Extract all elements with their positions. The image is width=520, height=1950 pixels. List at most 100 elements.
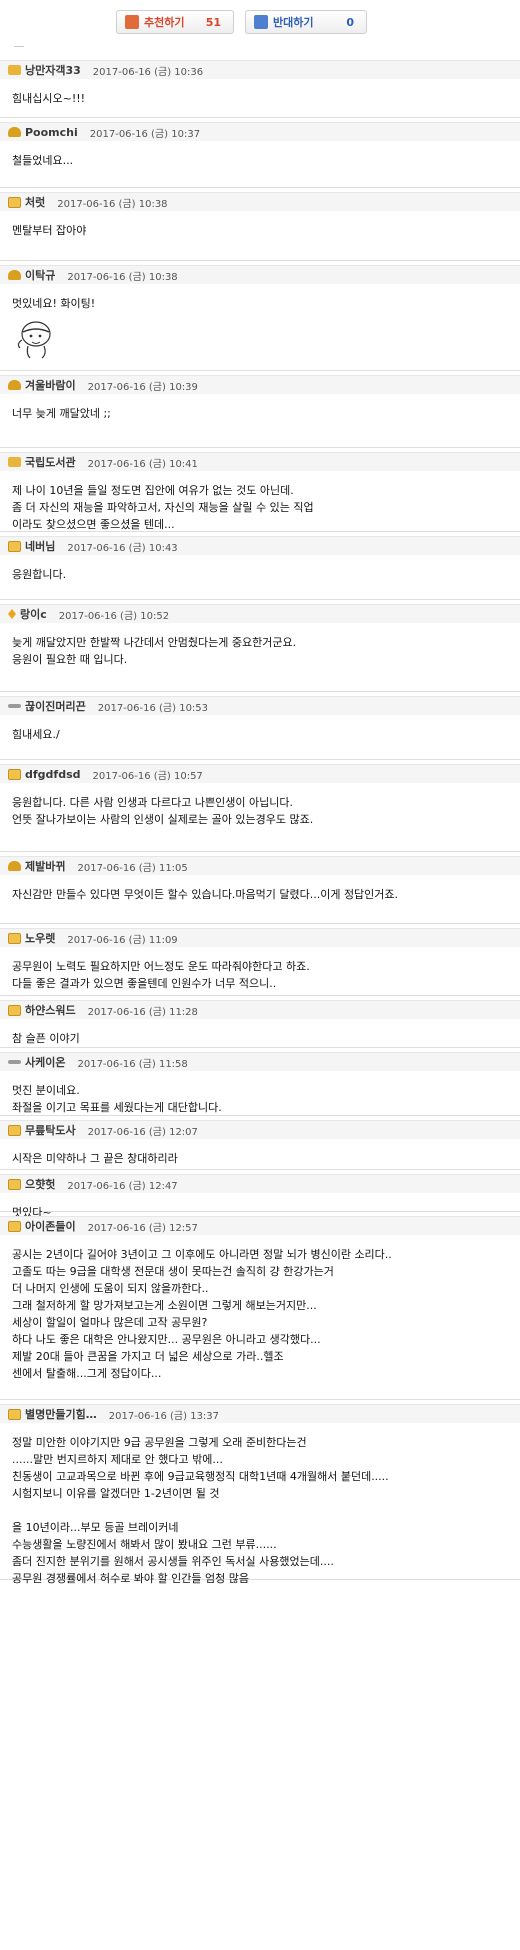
comment-header: dfgdfdsd 2017-06-16 (금) 10:57	[0, 764, 520, 783]
vote-bar: 추천하기 51 반대하기 0	[0, 0, 520, 52]
comment-line: 힘내십시오~!!!	[12, 92, 86, 105]
comment-line: 공무원이 노력도 필요하지만 어느정도 운도 따라줘야한다고 하죠.	[12, 960, 310, 973]
comment-date: 2017-06-16 (금) 10:38	[67, 271, 178, 283]
comment-author[interactable]: 겨울바람이	[25, 377, 76, 393]
comment-header: 네버님 2017-06-16 (금) 10:43	[0, 536, 520, 555]
comment-author[interactable]: 아이존들이	[25, 1218, 76, 1234]
level-badge-icon	[8, 768, 21, 780]
comment-date: 2017-06-16 (금) 10:43	[67, 542, 178, 554]
level-badge-icon	[8, 540, 21, 552]
level-badge-icon	[8, 1060, 21, 1064]
comment-body: 공무원이 노력도 필요하지만 어느정도 운도 따라줘야한다고 하죠. 다들 좋은 …	[12, 958, 510, 992]
comment-author[interactable]: dfgdfdsd	[25, 768, 81, 781]
comment-header: 무릎탁도사 2017-06-16 (금) 12:07	[0, 1120, 520, 1139]
comment-item: 겨울바람이 2017-06-16 (금) 10:39 너무 늦게 깨달았네 ;;	[0, 371, 520, 448]
comment-author[interactable]: 노우렛	[25, 930, 55, 946]
comment-body: 너무 늦게 깨달았네 ;;	[12, 405, 510, 422]
comment-body: 멘탈부터 잡아야	[12, 222, 510, 239]
comment-date: 2017-06-16 (금) 10:38	[57, 198, 168, 210]
level-badge-icon	[8, 1408, 21, 1420]
comment-line: 시작은 미약하나 그 끝은 창대하리라	[12, 1152, 178, 1165]
comment-line: 그래 철저하게 할 망가져보고는게 소원이면 그렇게 해보는거지만...	[12, 1299, 317, 1312]
comment-date: 2017-06-16 (금) 10:37	[89, 128, 201, 140]
comment-item: 랑이c 2017-06-16 (금) 10:52 늦게 깨달았지만 한발짝 나간데서…	[0, 600, 520, 692]
level-badge-icon	[8, 270, 21, 280]
level-badge-icon	[8, 1220, 21, 1232]
comment-date: 2017-06-16 (금) 12:07	[87, 1126, 198, 1138]
comment-line: 철들었네요...	[12, 154, 74, 167]
level-badge-icon	[8, 127, 21, 137]
comment-author[interactable]: 국립도서관	[25, 454, 76, 470]
comment-author[interactable]: 별명만들기힘…	[25, 1406, 97, 1422]
cartoon-character-emoticon	[17, 321, 51, 359]
comment-line: 세상이 할일이 얼마나 많은데 고작 공무원?	[12, 1316, 208, 1329]
comment-header: 국립도서관 2017-06-16 (금) 10:41	[0, 452, 520, 471]
comment-body: 시작은 미약하나 그 끝은 창대하리라	[12, 1150, 510, 1167]
comment-line: 다들 좋은 결과가 있으면 좋을텐데 인원수가 너무 적으니..	[12, 977, 277, 990]
comment-author[interactable]: 랑이c	[20, 606, 47, 622]
recommend-count: 51	[205, 15, 221, 29]
comment-line: 제발 20대 들아 큰꿈을 가지고 더 넓은 세상으로 가라..헬조	[12, 1350, 284, 1363]
comment-body: 자신감만 만들수 있다면 무엇이든 할수 있습니다.마음먹기 달렸다...이게 …	[12, 886, 510, 903]
comment-body: 참 슬픈 이야기	[12, 1030, 510, 1047]
comment-item: 제발바뀌 2017-06-16 (금) 11:05 자신감만 만들수 있다면 무엇이…	[0, 852, 520, 924]
comment-author[interactable]: 네버님	[25, 538, 55, 554]
comment-item: 사케이온 2017-06-16 (금) 11:58 멋진 분이네요. 좌절을 이기고 …	[0, 1048, 520, 1116]
comment-line: 제 나이 10년을 들일 정도면 집안에 여유가 없는 것도 아닌데.	[12, 484, 294, 497]
comment-author[interactable]: 하얀스워드	[25, 1002, 76, 1018]
comment-item: Poomchi 2017-06-16 (금) 10:37 철들었네요...	[0, 118, 520, 188]
comment-line: 정말 미안한 이야기지만 9급 공무원을 그렇게 오래 준비한다는건	[12, 1436, 307, 1449]
comment-header: 끊이진머리끈 2017-06-16 (금) 10:53	[0, 696, 520, 715]
comment-line: 좀 더 자신의 재능을 파악하고서, 자신의 재능을 살릴 수 있는 직업	[12, 501, 314, 514]
oppose-button[interactable]: 반대하기 0	[245, 10, 367, 34]
comment-line: 힘내세요./	[12, 728, 60, 741]
comment-line: 시험지보니 이유를 알겠더만 1-2년이면 될 것	[12, 1487, 220, 1500]
comment-body: 멋진 분이네요. 좌절을 이기고 목표를 세웠다는게 대단합니다.	[12, 1082, 510, 1116]
comment-author[interactable]: 으햣헛	[25, 1176, 55, 1192]
recommend-button[interactable]: 추천하기 51	[116, 10, 234, 34]
comment-line: 하다 나도 좋은 대학은 안나왔지만... 공무원은 아니라고 생각했다...	[12, 1333, 321, 1346]
comment-body: 정말 미안한 이야기지만 9급 공무원을 그렇게 오래 준비한다는건......…	[12, 1434, 510, 1587]
comment-author[interactable]: 사케이온	[25, 1054, 65, 1070]
oppose-count: 0	[346, 15, 354, 29]
comment-item: 무릎탁도사 2017-06-16 (금) 12:07 시작은 미약하나 그 끝은 창…	[0, 1116, 520, 1170]
comment-author[interactable]: 끊이진머리끈	[25, 698, 86, 714]
comment-item: 낭만자객33 2017-06-16 (금) 10:36 힘내십시오~!!!	[0, 56, 520, 118]
comment-author[interactable]: 무릎탁도사	[25, 1122, 76, 1138]
comment-line: 을 10년이라...부모 등골 브레이커네	[12, 1521, 179, 1534]
comment-body: 응원합니다. 다른 사람 인생과 다르다고 나쁜인생이 아닙니다. 언뜻 잘나가보…	[12, 794, 510, 828]
comment-body: 공시는 2년이다 길어야 3년이고 그 이후에도 아니라면 정말 뇌가 병신이란…	[12, 1246, 510, 1382]
comment-line: 응원합니다. 다른 사람 인생과 다르다고 나쁜인생이 아닙니다.	[12, 796, 293, 809]
recommend-label: 추천하기	[144, 16, 185, 29]
comment-header: 별명만들기힘… 2017-06-16 (금) 13:37	[0, 1404, 520, 1423]
comment-line: 참 슬픈 이야기	[12, 1032, 80, 1045]
comment-date: 2017-06-16 (금) 11:28	[87, 1006, 198, 1018]
comment-header: 낭만자객33 2017-06-16 (금) 10:36	[0, 60, 520, 79]
comment-header: 제발바뀌 2017-06-16 (금) 11:05	[0, 856, 520, 875]
comment-body: 늦게 깨달았지만 한발짝 나간데서 안멈췄다는게 중요한거군요. 응원이 필요한 …	[12, 634, 510, 668]
comment-date: 2017-06-16 (금) 10:57	[92, 770, 203, 782]
comment-date: 2017-06-16 (금) 10:41	[87, 458, 198, 470]
comment-line: 공무원 경쟁률에서 허수로 봐야 할 인간들 엄청 많음	[12, 1572, 249, 1585]
comment-body: 힘내세요./	[12, 726, 510, 743]
comment-header: 이탁규 2017-06-16 (금) 10:38	[0, 265, 520, 284]
comment-author[interactable]: 제발바뀌	[25, 858, 65, 874]
comment-body: 철들었네요...	[12, 152, 510, 169]
level-badge-icon	[8, 65, 21, 75]
comment-line: 멘탈부터 잡아야	[12, 224, 87, 237]
comment-date: 2017-06-16 (금) 10:52	[58, 610, 170, 622]
level-badge-icon	[8, 1124, 21, 1136]
comment-date: 2017-06-16 (금) 12:57	[87, 1222, 198, 1234]
comment-date: 2017-06-16 (금) 12:47	[67, 1180, 178, 1192]
level-badge-icon	[8, 1004, 21, 1016]
comment-date: 2017-06-16 (금) 11:05	[77, 862, 188, 874]
comment-author[interactable]: 이탁규	[25, 267, 55, 283]
comment-author[interactable]: 낭만자객33	[25, 62, 81, 78]
comment-line: 센에서 탈출해...그게 정답이다...	[12, 1367, 162, 1380]
comment-author[interactable]: 처럿	[25, 194, 45, 210]
comment-header: 아이존들이 2017-06-16 (금) 12:57	[0, 1216, 520, 1235]
comment-author[interactable]: Poomchi	[25, 126, 78, 139]
comment-date: 2017-06-16 (금) 11:09	[67, 934, 178, 946]
comment-item: 으햣헛 2017-06-16 (금) 12:47 멋있다~	[0, 1170, 520, 1219]
comment-header: 으햣헛 2017-06-16 (금) 12:47	[0, 1174, 520, 1193]
